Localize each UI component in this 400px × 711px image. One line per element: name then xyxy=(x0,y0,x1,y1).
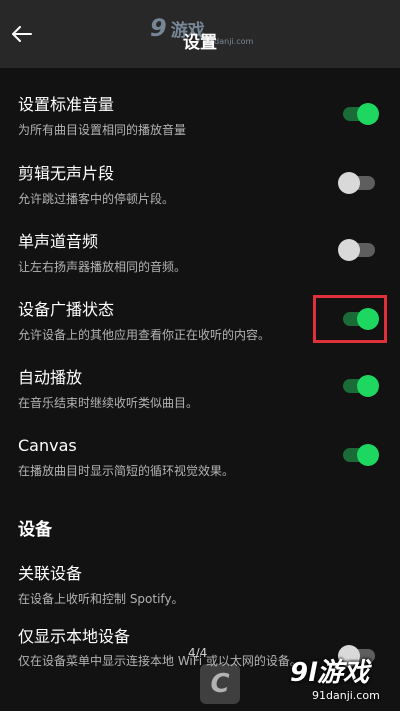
page-title: 设置 xyxy=(183,33,217,53)
setting-row-autoplay[interactable]: 自动播放 在音乐结束时继续收听类似曲目。 xyxy=(18,368,388,411)
setting-description: 允许跳过播客中的停顿片段。 xyxy=(18,192,175,206)
setting-title: 剪辑无声片段 xyxy=(18,164,115,183)
toggle-canvas[interactable] xyxy=(343,444,379,466)
setting-description: 在设备上收听和控制 Spotify。 xyxy=(18,592,184,606)
watermark-site: 91danji.com xyxy=(312,689,380,702)
setting-description: 为所有曲目设置相同的播放音量 xyxy=(18,123,187,137)
setting-title: 设置标准音量 xyxy=(18,95,115,114)
setting-row-connect-device[interactable]: 关联设备 在设备上收听和控制 Spotify。 xyxy=(18,564,388,607)
toggle-trim-silence[interactable] xyxy=(338,172,375,194)
setting-description: 在音乐结束时继续收听类似曲目。 xyxy=(18,396,199,410)
toggle-normalize-volume[interactable] xyxy=(343,103,379,125)
setting-title: 单声道音频 xyxy=(18,232,99,251)
setting-row-trim-silence[interactable]: 剪辑无声片段 允许跳过播客中的停顿片段。 xyxy=(18,164,388,207)
setting-title: 自动播放 xyxy=(18,368,83,387)
setting-row-canvas[interactable]: Canvas 在播放曲目时显示简短的循环视觉效果。 xyxy=(18,436,388,479)
section-heading-devices: 设备 xyxy=(18,520,52,540)
setting-description: 在播放曲目时显示简短的循环视觉效果。 xyxy=(18,464,235,478)
setting-title: 关联设备 xyxy=(18,564,83,583)
setting-row-normalize-volume[interactable]: 设置标准音量 为所有曲目设置相同的播放音量 xyxy=(18,95,388,138)
toggle-knob xyxy=(357,444,379,466)
setting-description: 仅在设备菜单中显示连接本地 WiFi 或以太网的设备。 xyxy=(18,654,302,668)
highlight-box xyxy=(313,295,387,343)
toggle-knob xyxy=(357,375,379,397)
page-indicator: 4/4 xyxy=(188,646,208,660)
watermark-bottom: 9l游戏 91danji.com xyxy=(290,652,395,707)
watermark-brand: 9l游戏 xyxy=(290,658,370,688)
toggle-mono-audio[interactable] xyxy=(338,239,375,261)
top-app-bar: 9 游戏 91danji.com 设置 xyxy=(0,0,400,68)
toggle-knob xyxy=(338,239,360,261)
toggle-autoplay[interactable] xyxy=(343,375,379,397)
toggle-knob xyxy=(338,172,360,194)
watermark-cz-logo: C xyxy=(200,664,240,704)
setting-title: 仅显示本地设备 xyxy=(18,627,131,646)
setting-title: Canvas xyxy=(18,436,77,455)
toggle-knob xyxy=(357,103,379,125)
setting-description: 让左右扬声器播放相同的音频。 xyxy=(18,260,187,274)
setting-row-mono-audio[interactable]: 单声道音频 让左右扬声器播放相同的音频。 xyxy=(18,232,388,275)
